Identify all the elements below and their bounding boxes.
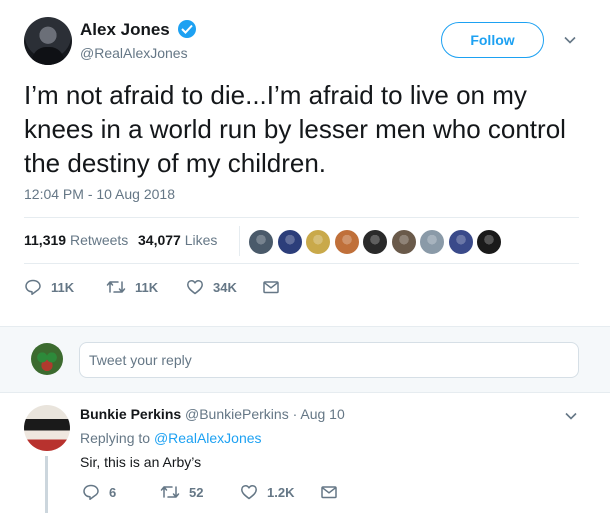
verified-badge-icon	[178, 20, 196, 38]
replying-to-handle[interactable]: @RealAlexJones	[154, 430, 262, 446]
liker-avatars	[239, 226, 502, 256]
author-name[interactable]: Alex Jones	[80, 20, 170, 40]
reply-button[interactable]: 6	[82, 480, 116, 504]
liker-avatar[interactable]	[419, 229, 445, 255]
liker-avatar[interactable]	[390, 229, 417, 255]
thread-connector-line	[45, 456, 48, 513]
likes-label: Likes	[184, 232, 218, 248]
divider	[24, 217, 579, 218]
tweet-reply-input[interactable]: Tweet your reply	[79, 342, 579, 378]
reply-tweet: Bunkie Perkins @BunkiePerkins · Aug 10 R…	[0, 394, 610, 513]
tweet-actions: 11K 11K 34K	[24, 272, 324, 302]
reply-author-name[interactable]: Bunkie Perkins	[80, 406, 181, 422]
liker-avatar[interactable]	[476, 229, 502, 255]
main-tweet: Alex Jones @RealAlexJones Follow I’m not…	[0, 0, 610, 325]
chevron-down-icon[interactable]	[564, 409, 578, 423]
retweet-button[interactable]: 11K	[106, 272, 158, 302]
reply-count: 6	[109, 484, 117, 500]
direct-message-button[interactable]	[262, 272, 289, 302]
reply-icon	[83, 484, 99, 501]
chevron-down-icon[interactable]	[563, 33, 577, 47]
author-avatar[interactable]	[24, 17, 72, 65]
reply-actions: 6 52 1.2K	[80, 480, 380, 504]
replying-prefix: Replying to	[80, 430, 151, 446]
reply-author-avatar[interactable]	[24, 405, 70, 451]
liker-avatar[interactable]	[447, 229, 474, 255]
like-count: 1.2K	[267, 484, 295, 500]
liker-avatar[interactable]	[248, 229, 274, 255]
likes-stat[interactable]: 34,077 Likes	[138, 232, 217, 248]
reply-text: Sir, this is an Arby’s	[80, 454, 202, 470]
like-button[interactable]: 34K	[186, 272, 237, 302]
replying-to: Replying to @RealAlexJones	[80, 430, 262, 446]
reply-icon	[25, 279, 41, 296]
retweet-button[interactable]: 52	[160, 480, 203, 504]
liker-avatar[interactable]	[305, 229, 331, 255]
retweets-stat[interactable]: 11,319 Retweets	[24, 232, 128, 248]
envelope-icon	[263, 281, 279, 294]
follow-button[interactable]: Follow	[441, 22, 544, 58]
divider	[24, 263, 579, 264]
reply-count: 11K	[51, 279, 75, 295]
retweet-icon	[160, 486, 180, 498]
liker-avatar[interactable]	[362, 229, 388, 255]
reply-author-meta[interactable]: @BunkiePerkins · Aug 10	[185, 406, 345, 422]
tweet-timestamp[interactable]: 12:04 PM - 10 Aug 2018	[24, 186, 175, 202]
likes-count: 34,077	[138, 232, 181, 248]
like-button[interactable]: 1.2K	[240, 480, 294, 504]
retweet-icon	[106, 281, 126, 293]
current-user-avatar[interactable]	[31, 343, 63, 375]
retweet-count: 52	[189, 484, 204, 500]
like-count: 34K	[213, 279, 237, 295]
reply-composer: Tweet your reply	[0, 326, 610, 393]
heart-icon	[187, 279, 203, 295]
reply-button[interactable]: 11K	[24, 272, 74, 302]
direct-message-button[interactable]	[320, 480, 347, 504]
retweet-count: 11K	[135, 279, 159, 295]
retweets-label: Retweets	[69, 232, 129, 248]
tweet-text: I’m not afraid to die...I’m afraid to li…	[24, 80, 566, 178]
heart-icon	[241, 484, 257, 500]
liker-avatar[interactable]	[276, 229, 303, 255]
engagement-stats: 11,319 Retweets 34,077 Likes	[24, 219, 579, 263]
author-handle[interactable]: @RealAlexJones	[80, 45, 188, 61]
envelope-icon	[321, 486, 337, 499]
retweets-count: 11,319	[24, 232, 67, 248]
liker-avatar[interactable]	[333, 229, 360, 255]
